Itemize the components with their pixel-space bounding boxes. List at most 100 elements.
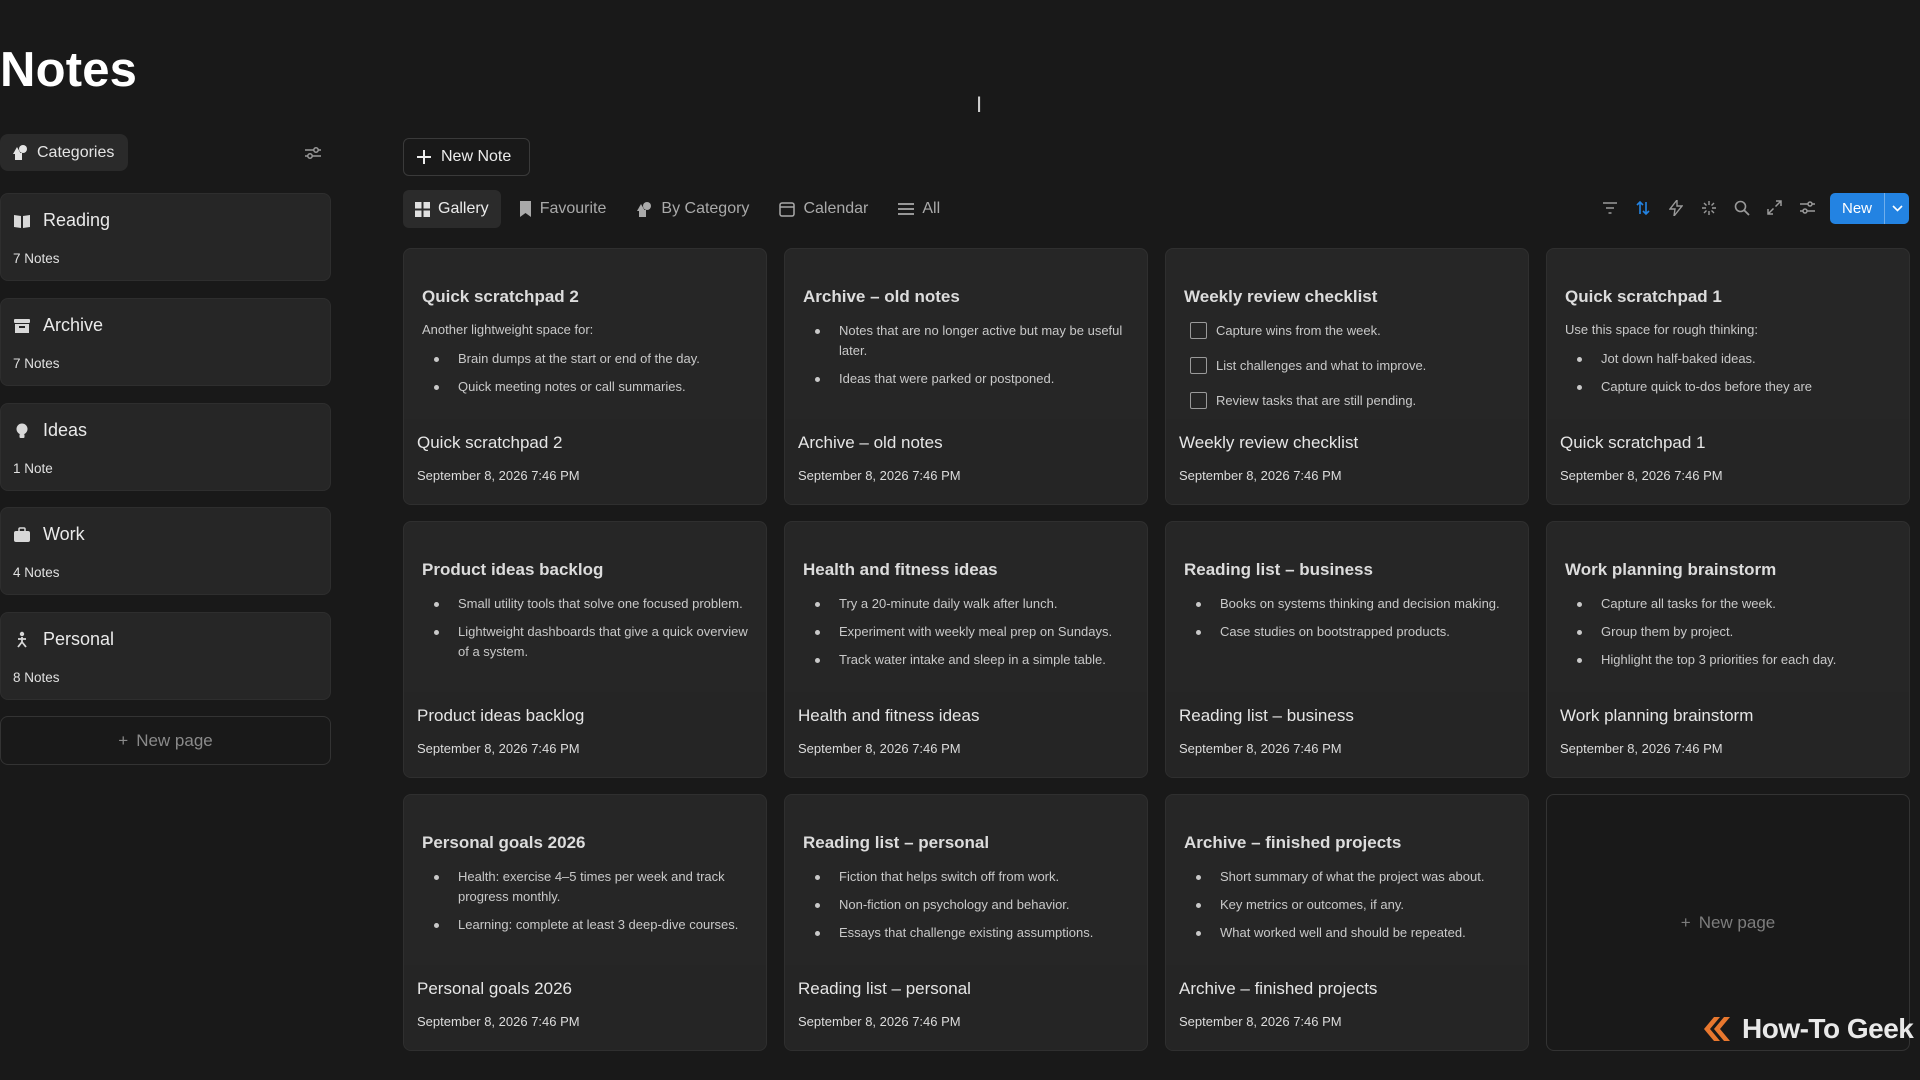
- sidebar-item-reading[interactable]: Reading 7 Notes: [0, 193, 331, 281]
- note-preview-intro: Another lightweight space for:: [422, 322, 594, 337]
- book-icon: [14, 214, 30, 228]
- note-date: September 8, 2026 7:46 PM: [1560, 468, 1723, 483]
- note-date: September 8, 2026 7:46 PM: [1179, 1014, 1342, 1029]
- tab-label: Favourite: [539, 200, 607, 217]
- note-card[interactable]: Archive – finished projects Short summary…: [1165, 794, 1529, 1051]
- note-preview-intro: Use this space for rough thinking:: [1565, 322, 1758, 337]
- note-count: 8 Notes: [13, 670, 60, 685]
- bullet-item: Lightweight dashboards that give a quick…: [422, 622, 748, 662]
- note-card-footer: Health and fitness ideas September 8, 202…: [785, 692, 1147, 777]
- note-title[interactable]: Quick scratchpad 1: [1560, 433, 1896, 453]
- checkbox[interactable]: [1190, 322, 1207, 339]
- expand-button[interactable]: [1763, 196, 1786, 219]
- note-card[interactable]: Quick scratchpad 2 Another lightweight sp…: [403, 248, 767, 505]
- note-card-footer: Product ideas backlog September 8, 2026 7…: [404, 692, 766, 777]
- note-date: September 8, 2026 7:46 PM: [798, 1014, 961, 1029]
- database-tools: [1598, 196, 1819, 219]
- sidebar-item-label: Archive: [43, 315, 104, 335]
- checkbox[interactable]: [1190, 392, 1207, 409]
- note-card[interactable]: Reading list – personal Fiction that help…: [784, 794, 1148, 1051]
- note-card-footer: Work planning brainstorm September 8, 202…: [1547, 692, 1909, 777]
- note-title[interactable]: Reading list – personal: [798, 979, 1134, 999]
- tab-favourite[interactable]: Favourite: [507, 190, 619, 228]
- note-preview-title: Weekly review checklist: [1184, 287, 1378, 306]
- sliders-icon: [305, 147, 321, 159]
- settings-icon: [1800, 201, 1815, 214]
- new-note-button[interactable]: New Note: [403, 138, 530, 176]
- note-date: September 8, 2026 7:46 PM: [417, 1014, 580, 1029]
- sidebar-item-work[interactable]: Work 4 Notes: [0, 507, 331, 595]
- tab-gallery[interactable]: Gallery: [403, 190, 501, 228]
- sidebar-item-archive[interactable]: Archive 7 Notes: [0, 298, 331, 386]
- sidebar-settings-button[interactable]: [302, 142, 324, 164]
- checklist-item-label: List challenges and what to improve.: [1216, 358, 1427, 373]
- checklist-item: List challenges and what to improve.: [1184, 356, 1510, 376]
- new-dropdown-button[interactable]: [1885, 205, 1909, 212]
- sidebar-new-page-button[interactable]: + New page: [0, 716, 331, 765]
- ai-button[interactable]: [1697, 196, 1720, 219]
- checklist-item: Capture wins from the week.: [1184, 321, 1510, 341]
- note-card[interactable]: Work planning brainstorm Capture all task…: [1546, 521, 1910, 778]
- bullet-item: Notes that are no longer active but may …: [803, 321, 1129, 361]
- note-title[interactable]: Product ideas backlog: [417, 706, 753, 726]
- automation-button[interactable]: [1664, 196, 1687, 219]
- note-title[interactable]: Health and fitness ideas: [798, 706, 1134, 726]
- note-title[interactable]: Archive – old notes: [798, 433, 1134, 453]
- note-preview-title: Reading list – business: [1184, 560, 1373, 579]
- note-card-footer: Reading list – business September 8, 2026…: [1166, 692, 1528, 777]
- filter-button[interactable]: [1598, 196, 1621, 219]
- note-title[interactable]: Work planning brainstorm: [1560, 706, 1896, 726]
- sidebar-item-personal[interactable]: Personal 8 Notes: [0, 612, 331, 700]
- note-count: 1 Note: [13, 461, 53, 476]
- note-date: September 8, 2026 7:46 PM: [1560, 741, 1723, 756]
- note-card[interactable]: Archive – old notes Notes that are no lon…: [784, 248, 1148, 505]
- note-preview: Reading list – personal Fiction that help…: [785, 795, 1147, 965]
- note-title[interactable]: Reading list – business: [1179, 706, 1515, 726]
- gallery-grid: Quick scratchpad 2 Another lightweight sp…: [403, 248, 1910, 1051]
- note-card[interactable]: Quick scratchpad 1 Use this space for rou…: [1546, 248, 1910, 505]
- sidebar-item-ideas[interactable]: Ideas 1 Note: [0, 403, 331, 491]
- sort-button[interactable]: [1631, 196, 1654, 219]
- watermark-text: How-To Geek: [1742, 1013, 1914, 1044]
- note-card[interactable]: Product ideas backlog Small utility tools…: [403, 521, 767, 778]
- sidebar-item-label: Work: [43, 524, 85, 544]
- tab-by-category[interactable]: By Category: [624, 190, 761, 228]
- categories-button[interactable]: Categories: [0, 134, 128, 171]
- note-title[interactable]: Archive – finished projects: [1179, 979, 1515, 999]
- bullet-item: Short summary of what the project was ab…: [1184, 867, 1510, 887]
- checkbox[interactable]: [1190, 357, 1207, 374]
- new-button[interactable]: New: [1830, 193, 1909, 224]
- note-preview: Work planning brainstorm Capture all task…: [1547, 522, 1909, 692]
- bullet-item: Try a 20-minute daily walk after lunch.: [803, 594, 1129, 614]
- note-date: September 8, 2026 7:46 PM: [417, 741, 580, 756]
- note-preview-title: Work planning brainstorm: [1565, 560, 1777, 579]
- archive-icon: [14, 318, 30, 333]
- tab-label: By Category: [661, 200, 750, 217]
- view-settings-button[interactable]: [1796, 196, 1819, 219]
- bullet-item: Quick meeting notes or call summaries.: [422, 377, 748, 397]
- tab-calendar[interactable]: Calendar: [767, 190, 880, 228]
- note-preview: Weekly review checklist Capture wins from…: [1166, 249, 1528, 419]
- note-preview: Health and fitness ideas Try a 20-minute …: [785, 522, 1147, 692]
- search-icon: [1734, 200, 1750, 216]
- note-card[interactable]: Health and fitness ideas Try a 20-minute …: [784, 521, 1148, 778]
- note-count: 7 Notes: [13, 251, 60, 266]
- note-preview-list: Short summary of what the project was ab…: [1184, 867, 1510, 943]
- note-title[interactable]: Quick scratchpad 2: [417, 433, 753, 453]
- note-preview: Personal goals 2026 Health: exercise 4–5 …: [404, 795, 766, 965]
- note-title[interactable]: Weekly review checklist: [1179, 433, 1515, 453]
- tab-all[interactable]: All: [886, 190, 952, 228]
- note-preview-list: Small utility tools that solve one focus…: [422, 594, 748, 662]
- note-card[interactable]: Personal goals 2026 Health: exercise 4–5 …: [403, 794, 767, 1051]
- note-card[interactable]: Weekly review checklist Capture wins from…: [1165, 248, 1529, 505]
- note-title[interactable]: Personal goals 2026: [417, 979, 753, 999]
- note-count: 4 Notes: [13, 565, 60, 580]
- note-card[interactable]: Reading list – business Books on systems …: [1165, 521, 1529, 778]
- new-button-label: New: [1841, 200, 1872, 217]
- note-card-footer: Personal goals 2026 September 8, 2026 7:4…: [404, 965, 766, 1050]
- note-preview-title: Quick scratchpad 1: [1565, 287, 1722, 306]
- bullet-item: Capture quick to-dos before they are: [1565, 377, 1891, 397]
- search-button[interactable]: [1730, 196, 1753, 219]
- sidebar-item-label: Ideas: [43, 420, 88, 440]
- bullet-item: Capture all tasks for the week.: [1565, 594, 1891, 614]
